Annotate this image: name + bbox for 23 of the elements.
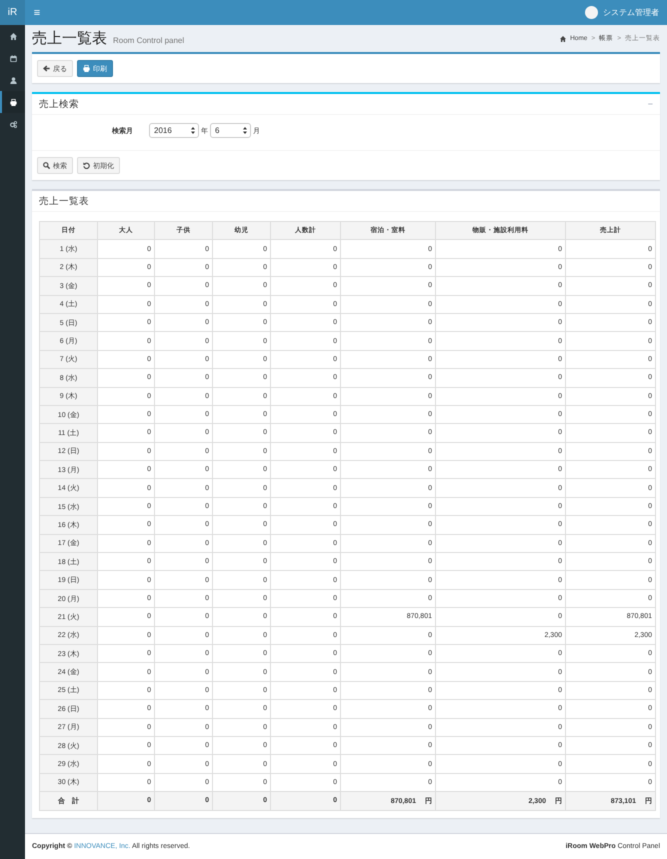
reset-icon	[83, 162, 90, 169]
menu-button[interactable]: ≡	[27, 0, 47, 25]
gears-icon	[10, 120, 17, 128]
page-title: 売上一覧表	[32, 29, 107, 48]
avatar[interactable]	[585, 6, 598, 19]
user-icon	[10, 76, 17, 84]
caret-icon	[243, 127, 247, 134]
arrow-left-icon	[43, 65, 50, 72]
panel-title: 売上一覧表	[39, 194, 89, 208]
printer-icon	[10, 98, 17, 106]
month-select[interactable]: 6	[210, 123, 251, 138]
sidebar-item[interactable]	[0, 91, 25, 113]
page-subtitle: Room Control panel	[113, 36, 184, 45]
caret-icon	[191, 127, 195, 134]
printer-icon	[83, 65, 90, 72]
user-name[interactable]: システム管理者	[603, 7, 659, 18]
search-icon	[43, 162, 50, 169]
calendar-icon	[10, 54, 17, 62]
year-select[interactable]: 2016	[149, 123, 199, 138]
panel-title: 売上検索	[39, 98, 79, 110]
app-logo[interactable]: iR	[0, 0, 25, 25]
home-icon	[10, 32, 17, 40]
home-icon	[560, 36, 566, 42]
